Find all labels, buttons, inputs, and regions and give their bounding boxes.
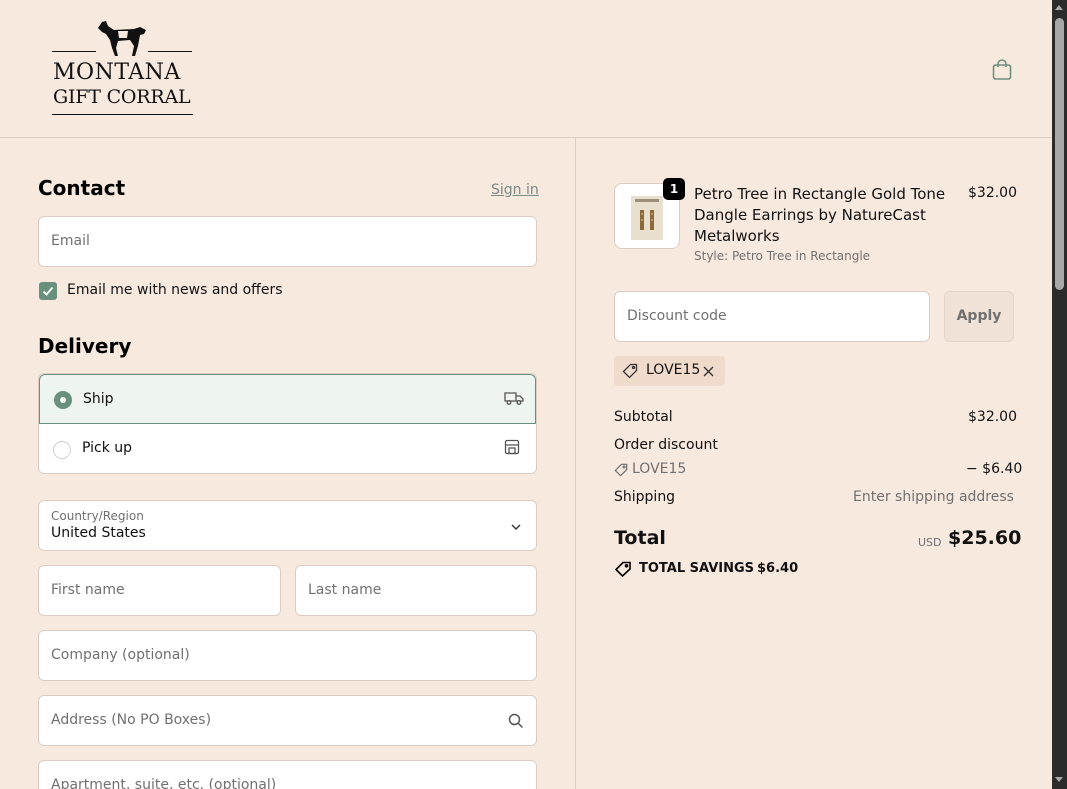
country-select[interactable]: Country/Region United States <box>38 500 537 551</box>
total-value: $25.60 <box>948 527 1022 549</box>
email-placeholder: Email <box>51 233 90 249</box>
delivery-option-ship[interactable]: Ship <box>39 374 536 424</box>
shipping-label: Shipping <box>614 489 676 505</box>
tag-icon <box>622 363 638 379</box>
first-name-placeholder: First name <box>51 582 125 598</box>
apply-button[interactable]: Apply <box>944 291 1014 342</box>
product-variant: Style: Petro Tree in Rectangle <box>694 249 871 263</box>
scroll-down-arrow[interactable] <box>1055 777 1063 782</box>
delivery-option-pickup[interactable]: Pick up <box>39 424 536 473</box>
subtotal-label: Subtotal <box>614 409 673 425</box>
tag-icon <box>614 463 628 477</box>
total-savings-label: TOTAL SAVINGS <box>639 561 755 576</box>
total-label: Total <box>614 527 666 549</box>
shopping-bag-icon[interactable] <box>990 58 1014 82</box>
scroll-thumb[interactable] <box>1055 18 1064 290</box>
ship-radio[interactable] <box>54 391 72 409</box>
discount-value: − $6.40 <box>966 461 1023 477</box>
close-icon[interactable] <box>703 366 714 377</box>
newsletter-checkbox[interactable] <box>39 282 57 300</box>
brand-line-1: MONTANA <box>53 60 181 85</box>
product-title-line: Metalworks <box>694 227 780 245</box>
search-icon <box>508 713 524 729</box>
email-field[interactable]: Email <box>38 216 537 267</box>
last-name-field[interactable]: Last name <box>295 565 537 616</box>
newsletter-label: Email me with news and offers <box>67 282 283 298</box>
product-image <box>631 196 663 240</box>
company-placeholder: Company (optional) <box>51 647 190 663</box>
total-savings-value: $6.40 <box>757 561 799 576</box>
pickup-label: Pick up <box>82 440 133 456</box>
country-label: Country/Region <box>51 509 144 523</box>
store-icon <box>504 439 520 455</box>
delivery-heading: Delivery <box>38 334 132 358</box>
brand-logo[interactable]: MONTANA GIFT CORRAL <box>52 18 197 118</box>
page-scrollbar[interactable] <box>1052 0 1067 789</box>
chevron-down-icon <box>511 524 521 530</box>
contact-heading: Contact <box>38 176 126 200</box>
ship-label: Ship <box>83 391 114 407</box>
pickup-radio[interactable] <box>53 441 71 459</box>
applied-code: LOVE15 <box>646 362 701 378</box>
apartment-placeholder: Apartment, suite, etc. (optional) <box>51 777 277 789</box>
product-title-line: Dangle Earrings by NatureCast <box>694 206 926 224</box>
earrings-image <box>635 199 659 230</box>
savings-tag-icon <box>614 561 631 577</box>
sign-in-link[interactable]: Sign in <box>491 182 539 198</box>
country-value: United States <box>51 525 146 541</box>
truck-icon <box>504 392 524 405</box>
order-discount-label: Order discount <box>614 437 718 453</box>
discount-code-label: LOVE15 <box>632 461 687 477</box>
apartment-field[interactable]: Apartment, suite, etc. (optional) <box>38 760 537 789</box>
product-title: Petro Tree in Rectangle Gold Tone Dangle… <box>694 184 945 247</box>
last-name-placeholder: Last name <box>308 582 382 598</box>
checkmark-icon <box>42 286 54 296</box>
column-divider <box>575 138 576 789</box>
discount-placeholder: Discount code <box>627 308 727 324</box>
address-field[interactable]: Address (No PO Boxes) <box>38 695 537 746</box>
horse-icon <box>98 21 146 56</box>
delivery-method-group: Ship Pick up <box>38 373 537 474</box>
shipping-value: Enter shipping address <box>853 489 1014 505</box>
currency-label: USD <box>918 536 942 549</box>
scroll-up-arrow[interactable] <box>1055 5 1063 10</box>
brand-line-2: GIFT CORRAL <box>53 86 191 108</box>
header: MONTANA GIFT CORRAL <box>0 0 1052 138</box>
discount-code-field[interactable]: Discount code <box>614 291 930 342</box>
applied-discount-chip: LOVE15 <box>614 356 725 386</box>
product-price: $32.00 <box>968 185 1017 201</box>
first-name-field[interactable]: First name <box>38 565 281 616</box>
address-placeholder: Address (No PO Boxes) <box>51 712 212 728</box>
product-title-line: Petro Tree in Rectangle Gold Tone <box>694 185 946 203</box>
subtotal-value: $32.00 <box>968 409 1017 425</box>
company-field[interactable]: Company (optional) <box>38 630 537 681</box>
quantity-badge: 1 <box>663 178 685 200</box>
